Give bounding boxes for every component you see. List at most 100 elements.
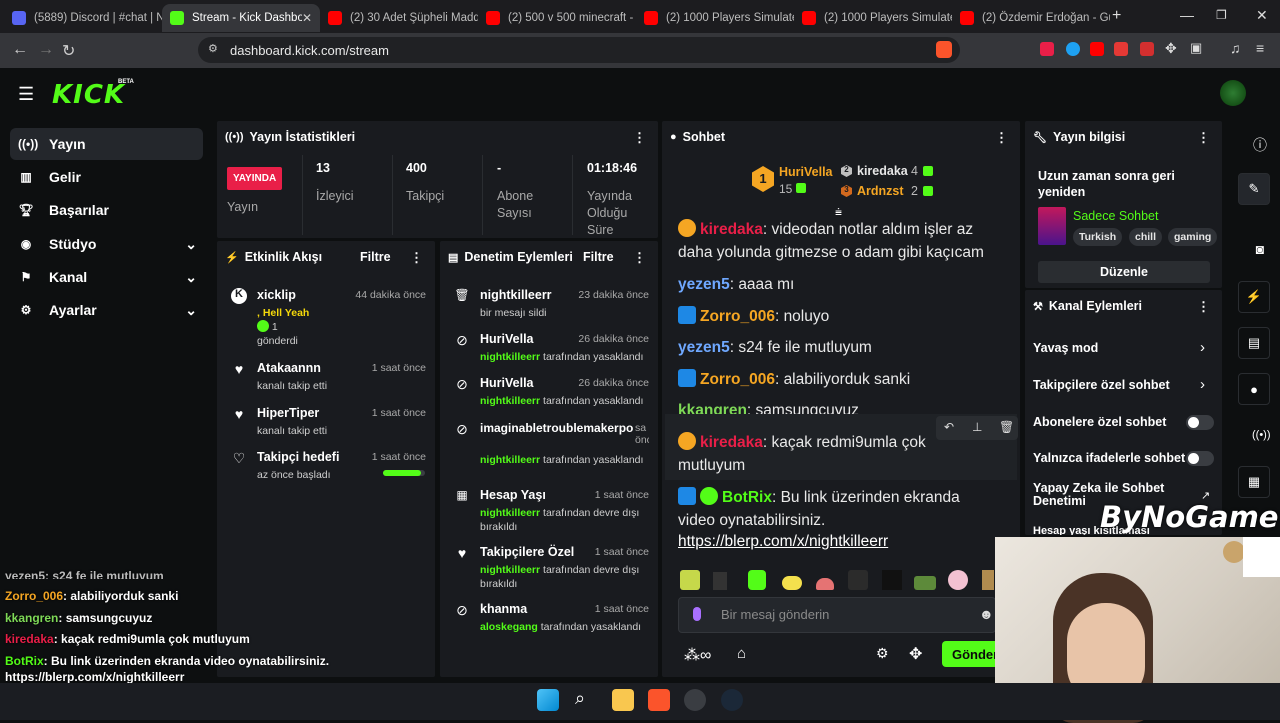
sidebar-item-yayin[interactable]: ((•)) Yayın <box>10 128 203 160</box>
close-window-icon[interactable]: ✕ <box>1256 7 1268 24</box>
tag-chip[interactable]: Turkish <box>1073 228 1123 246</box>
emote-icon[interactable] <box>713 572 727 590</box>
chat-input[interactable]: Bir mesaj gönderin ☻ <box>678 597 996 633</box>
new-tab-icon[interactable]: + <box>1112 7 1121 25</box>
tab-youtube-3[interactable]: (2) 1000 Players Simulate C <box>636 4 794 32</box>
chevron-right-icon[interactable]: › <box>1200 339 1205 356</box>
tab-youtube-2[interactable]: (2) 500 v 500 minecraft - Y <box>478 4 636 32</box>
brave-browser-icon[interactable] <box>648 689 670 711</box>
filter-button[interactable]: Filtre <box>583 250 614 264</box>
beta-label: BETA <box>118 79 134 85</box>
extension-icon[interactable] <box>1140 42 1154 56</box>
microphone-icon[interactable] <box>693 607 701 621</box>
tag-chip[interactable]: chill <box>1129 228 1163 246</box>
sidebar-toggle-icon[interactable]: ▣ <box>1190 40 1202 56</box>
reload-icon[interactable]: ↻ <box>62 41 75 61</box>
more-options-icon[interactable]: ⋮ <box>995 130 1008 146</box>
emoji-icon[interactable]: ☻ <box>979 606 994 622</box>
leader-name[interactable]: kiredaka <box>857 164 908 178</box>
hamburger-menu-icon[interactable]: ☰ <box>18 84 34 105</box>
sidebar-item-ayarlar[interactable]: ⚙ Ayarlar ⌄ <box>10 294 203 326</box>
puzzle-icon[interactable]: ✥ <box>909 644 922 664</box>
store-icon[interactable]: ⌂ <box>737 645 746 662</box>
settings-icon[interactable]: ⚙ <box>876 645 889 662</box>
info-icon[interactable]: ⓘ <box>1252 135 1268 155</box>
more-options-icon[interactable]: ⋮ <box>633 130 646 146</box>
edit-pencil-icon[interactable]: ✎ <box>1238 173 1270 205</box>
subscribers-only-toggle[interactable] <box>1186 415 1214 430</box>
leader-name[interactable]: Ardnzst <box>857 184 904 198</box>
stat-subscribers: - Abone Sayısı <box>497 161 534 220</box>
emotes-only-toggle[interactable] <box>1186 451 1214 466</box>
emote-icon[interactable] <box>882 570 902 590</box>
layout-icon[interactable]: ▦ <box>1238 466 1270 498</box>
chat-bubble-icon[interactable]: ● <box>1238 373 1270 405</box>
kick-logo[interactable]: KICK <box>52 80 125 110</box>
site-info-icon[interactable]: ⚙ <box>208 42 218 55</box>
emote-icon[interactable] <box>680 570 700 590</box>
more-options-icon[interactable]: ⋮ <box>410 250 423 266</box>
close-tab-icon[interactable]: ✕ <box>302 11 312 25</box>
emote-icon[interactable] <box>816 578 834 590</box>
windows-start-icon[interactable] <box>537 689 559 711</box>
sidebar-item-kanal[interactable]: ⚑ Kanal ⌄ <box>10 261 203 293</box>
leader-name[interactable]: HuriVella <box>779 165 833 179</box>
filter-button[interactable]: Filtre <box>360 250 391 264</box>
steam-icon[interactable] <box>721 689 743 711</box>
youtube-icon <box>644 11 658 25</box>
chat-link[interactable]: https://blerp.com/x/nightkilleerr <box>678 533 888 551</box>
delete-icon[interactable]: 🗑︎ <box>999 420 1014 434</box>
emote-icon[interactable] <box>982 570 994 590</box>
category-name[interactable]: Sadece Sohbet <box>1073 209 1159 223</box>
channel-points-icon[interactable]: ⁂∞ <box>684 645 711 665</box>
chevron-right-icon[interactable]: › <box>1200 376 1205 393</box>
sidebar-item-basarilar[interactable]: 🏆︎ Başarılar <box>10 194 203 226</box>
brave-shield-icon[interactable] <box>936 41 952 58</box>
broadcast-icon[interactable]: ((•)) <box>1252 429 1271 441</box>
tab-youtube-4[interactable]: (2) 1000 Players Simulate C <box>794 4 952 32</box>
more-options-icon[interactable]: ⋮ <box>1197 299 1210 315</box>
slow-mode-item[interactable]: Yavaş mod <box>1033 341 1098 355</box>
extension-icon[interactable] <box>1114 42 1128 56</box>
pin-icon[interactable]: ⊥ <box>972 420 982 434</box>
bolt-icon[interactable]: ⚡ <box>1238 281 1270 313</box>
reply-icon[interactable]: ↶ <box>944 420 954 434</box>
emote-icon[interactable] <box>914 576 936 590</box>
forward-icon[interactable]: → <box>38 41 54 59</box>
sidebar-item-gelir[interactable]: ▥ Gelir <box>10 161 203 193</box>
menu-icon[interactable]: ≡ <box>1256 40 1264 56</box>
maximize-icon[interactable]: ❐ <box>1216 8 1227 22</box>
extension-icon[interactable] <box>1090 42 1104 56</box>
puzzle-icon[interactable]: ✥ <box>1165 40 1177 57</box>
extension-icon[interactable] <box>1040 42 1054 56</box>
camera-icon: ◉ <box>20 237 32 251</box>
sidebar-item-studyo[interactable]: ◉ Stüdyo ⌄ <box>10 228 203 260</box>
app-icon[interactable] <box>684 689 706 711</box>
back-icon[interactable]: ← <box>12 41 28 59</box>
url-bar[interactable]: ⚙ dashboard.kick.com/stream <box>198 37 960 63</box>
minimize-icon[interactable]: — <box>1180 7 1194 23</box>
search-icon[interactable]: ⌕ <box>575 688 585 709</box>
moderation-event: ⊘ HuriVella 26 dakika önce nightkilleerr ta… <box>454 332 649 366</box>
file-explorer-icon[interactable] <box>612 689 634 711</box>
tab-youtube-5[interactable]: (2) Özdemir Erdoğan - Gur <box>952 4 1110 32</box>
document-icon[interactable]: ▤ <box>1238 327 1270 359</box>
emote-icon[interactable] <box>948 570 968 590</box>
followers-only-item[interactable]: Takipçilere özel sohbet <box>1033 378 1170 392</box>
tab-youtube-1[interactable]: (2) 30 Adet Şüpheli Madde <box>320 4 478 32</box>
send-button[interactable]: Gönder <box>942 641 1002 667</box>
camera-icon[interactable]: ◙ <box>1252 241 1268 257</box>
extension-icon[interactable] <box>1066 42 1080 56</box>
tab-kick-dashboard[interactable]: Stream - Kick Dashboard✕ <box>162 4 320 32</box>
tab-discord[interactable]: (5889) Discord | #chat | Ni <box>4 4 162 32</box>
more-options-icon[interactable]: ⋮ <box>1197 130 1210 146</box>
edit-button[interactable]: Düzenle <box>1038 261 1210 283</box>
user-avatar[interactable] <box>1220 80 1246 106</box>
more-options-icon[interactable]: ⋮ <box>633 250 646 266</box>
media-icon[interactable]: ♫ <box>1230 40 1241 56</box>
emote-icon[interactable] <box>748 570 766 590</box>
moderator-sword-icon <box>678 306 696 324</box>
emote-icon[interactable] <box>782 576 802 590</box>
tag-chip[interactable]: gaming <box>1168 228 1218 246</box>
emote-icon[interactable] <box>848 570 868 590</box>
